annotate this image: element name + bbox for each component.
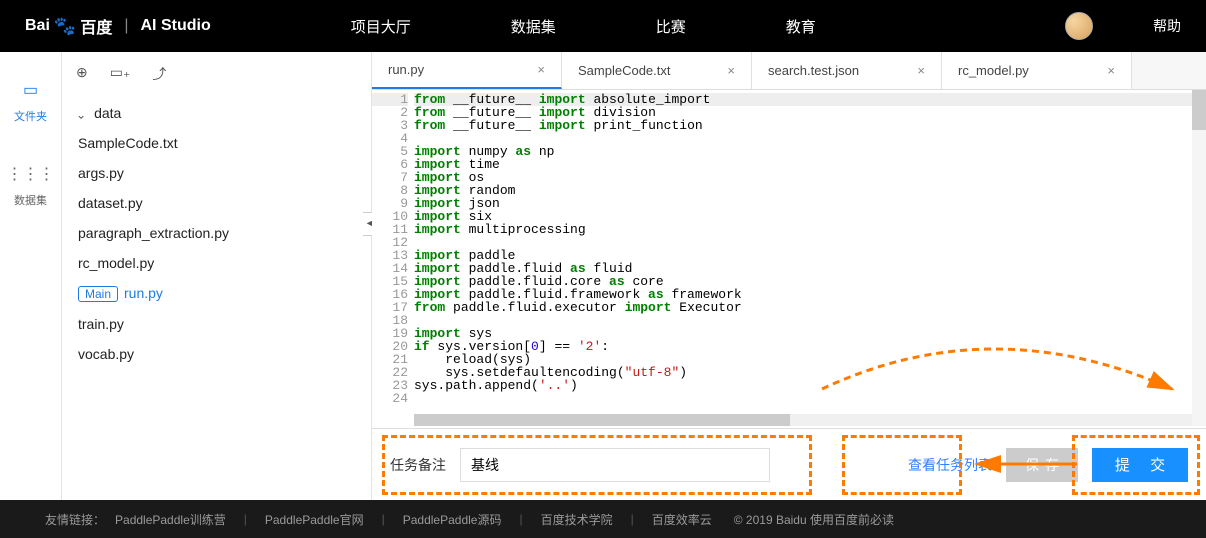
tab-sample[interactable]: SampleCode.txt×	[562, 52, 752, 89]
top-nav: 项目大厅 数据集 比赛 教育	[351, 16, 816, 37]
left-rail: ▭ 文件夹 ⋮⋮⋮ 数据集	[0, 52, 62, 500]
logo[interactable]: Bai🐾百度 | AI Studio	[25, 14, 211, 38]
close-icon[interactable]: ×	[537, 62, 545, 77]
line-gutter: 123456789101112131415161718192021222324	[372, 90, 414, 428]
rail-files-label: 文件夹	[14, 108, 47, 124]
nav-datasets[interactable]: 数据集	[511, 16, 556, 37]
new-file-icon[interactable]: ⊕	[76, 64, 88, 84]
scrollbar-thumb[interactable]	[1192, 90, 1206, 130]
close-icon[interactable]: ×	[917, 63, 925, 78]
footer-link[interactable]: PaddlePaddle训练营	[115, 511, 226, 528]
scrollbar-thumb[interactable]	[414, 414, 790, 426]
horizontal-scrollbar[interactable]	[414, 414, 1198, 426]
file-toolbar: ⊕ ▭₊ ⤴	[62, 64, 371, 84]
footer-friends: 友情链接：	[45, 511, 105, 528]
code-lines[interactable]: from __future__ import absolute_importfr…	[414, 90, 1206, 428]
footer-link[interactable]: PaddlePaddle官网	[265, 511, 364, 528]
folder-data[interactable]: data	[62, 98, 371, 128]
logo-app: AI Studio	[141, 17, 211, 35]
main-file-name: run.py	[124, 285, 163, 301]
task-note-label: 任务备注	[390, 455, 446, 475]
file-tree: data SampleCode.txt args.py dataset.py p…	[62, 98, 371, 369]
rail-files[interactable]: ▭ 文件夹	[14, 80, 47, 124]
new-folder-icon[interactable]: ▭₊	[110, 64, 131, 84]
file-item[interactable]: paragraph_extraction.py	[62, 218, 371, 248]
logo-text1: Bai	[25, 17, 50, 35]
close-icon[interactable]: ×	[1107, 63, 1115, 78]
logo-sep: |	[124, 17, 128, 35]
close-icon[interactable]: ×	[727, 63, 735, 78]
top-right: 帮助	[1065, 12, 1181, 40]
footer-link[interactable]: 百度效率云	[652, 511, 712, 528]
upload-icon[interactable]: ⤴	[152, 64, 166, 84]
file-item[interactable]: args.py	[62, 158, 371, 188]
footer-copyright: © 2019 Baidu 使用百度前必读	[734, 511, 894, 528]
main-tag: Main	[78, 286, 118, 302]
folder-icon: ▭	[23, 80, 38, 100]
top-bar: Bai🐾百度 | AI Studio 项目大厅 数据集 比赛 教育 帮助	[0, 0, 1206, 52]
save-button[interactable]: 保存	[1006, 448, 1078, 482]
file-item[interactable]: train.py	[62, 309, 371, 339]
logo-text2: 百度	[80, 14, 112, 38]
bottom-bar: 任务备注 查看任务列表 保存 提 交	[372, 428, 1206, 500]
nav-edu[interactable]: 教育	[786, 16, 816, 37]
vertical-scrollbar[interactable]	[1192, 90, 1206, 426]
file-item-main[interactable]: Main run.py	[62, 278, 371, 309]
dataset-icon: ⋮⋮⋮	[7, 164, 55, 184]
nav-projects[interactable]: 项目大厅	[351, 16, 411, 37]
task-note-input[interactable]	[460, 448, 770, 482]
footer-link[interactable]: PaddlePaddle源码	[403, 511, 502, 528]
avatar[interactable]	[1065, 12, 1093, 40]
file-item[interactable]: dataset.py	[62, 188, 371, 218]
footer-link[interactable]: 百度技术学院	[541, 511, 613, 528]
submit-button[interactable]: 提 交	[1092, 448, 1188, 482]
tab-rcmodel[interactable]: rc_model.py×	[942, 52, 1132, 89]
view-task-list-link[interactable]: 查看任务列表	[908, 455, 992, 475]
editor: ◀ run.py× SampleCode.txt× search.test.js…	[372, 52, 1206, 500]
help-link[interactable]: 帮助	[1153, 16, 1181, 36]
footer: 友情链接： PaddlePaddle训练营| PaddlePaddle官网| P…	[0, 500, 1206, 538]
main-area: ▭ 文件夹 ⋮⋮⋮ 数据集 ⊕ ▭₊ ⤴ data SampleCode.txt…	[0, 52, 1206, 500]
file-item[interactable]: SampleCode.txt	[62, 128, 371, 158]
rail-dataset[interactable]: ⋮⋮⋮ 数据集	[7, 164, 55, 208]
tab-bar: run.py× SampleCode.txt× search.test.json…	[372, 52, 1206, 90]
file-item[interactable]: vocab.py	[62, 339, 371, 369]
code-area[interactable]: 123456789101112131415161718192021222324 …	[372, 90, 1206, 428]
tab-search[interactable]: search.test.json×	[752, 52, 942, 89]
nav-contest[interactable]: 比赛	[656, 16, 686, 37]
file-item[interactable]: rc_model.py	[62, 248, 371, 278]
tab-run[interactable]: run.py×	[372, 52, 562, 89]
file-pane: ⊕ ▭₊ ⤴ data SampleCode.txt args.py datas…	[62, 52, 372, 500]
rail-dataset-label: 数据集	[14, 192, 47, 208]
paw-icon: 🐾	[54, 16, 76, 37]
